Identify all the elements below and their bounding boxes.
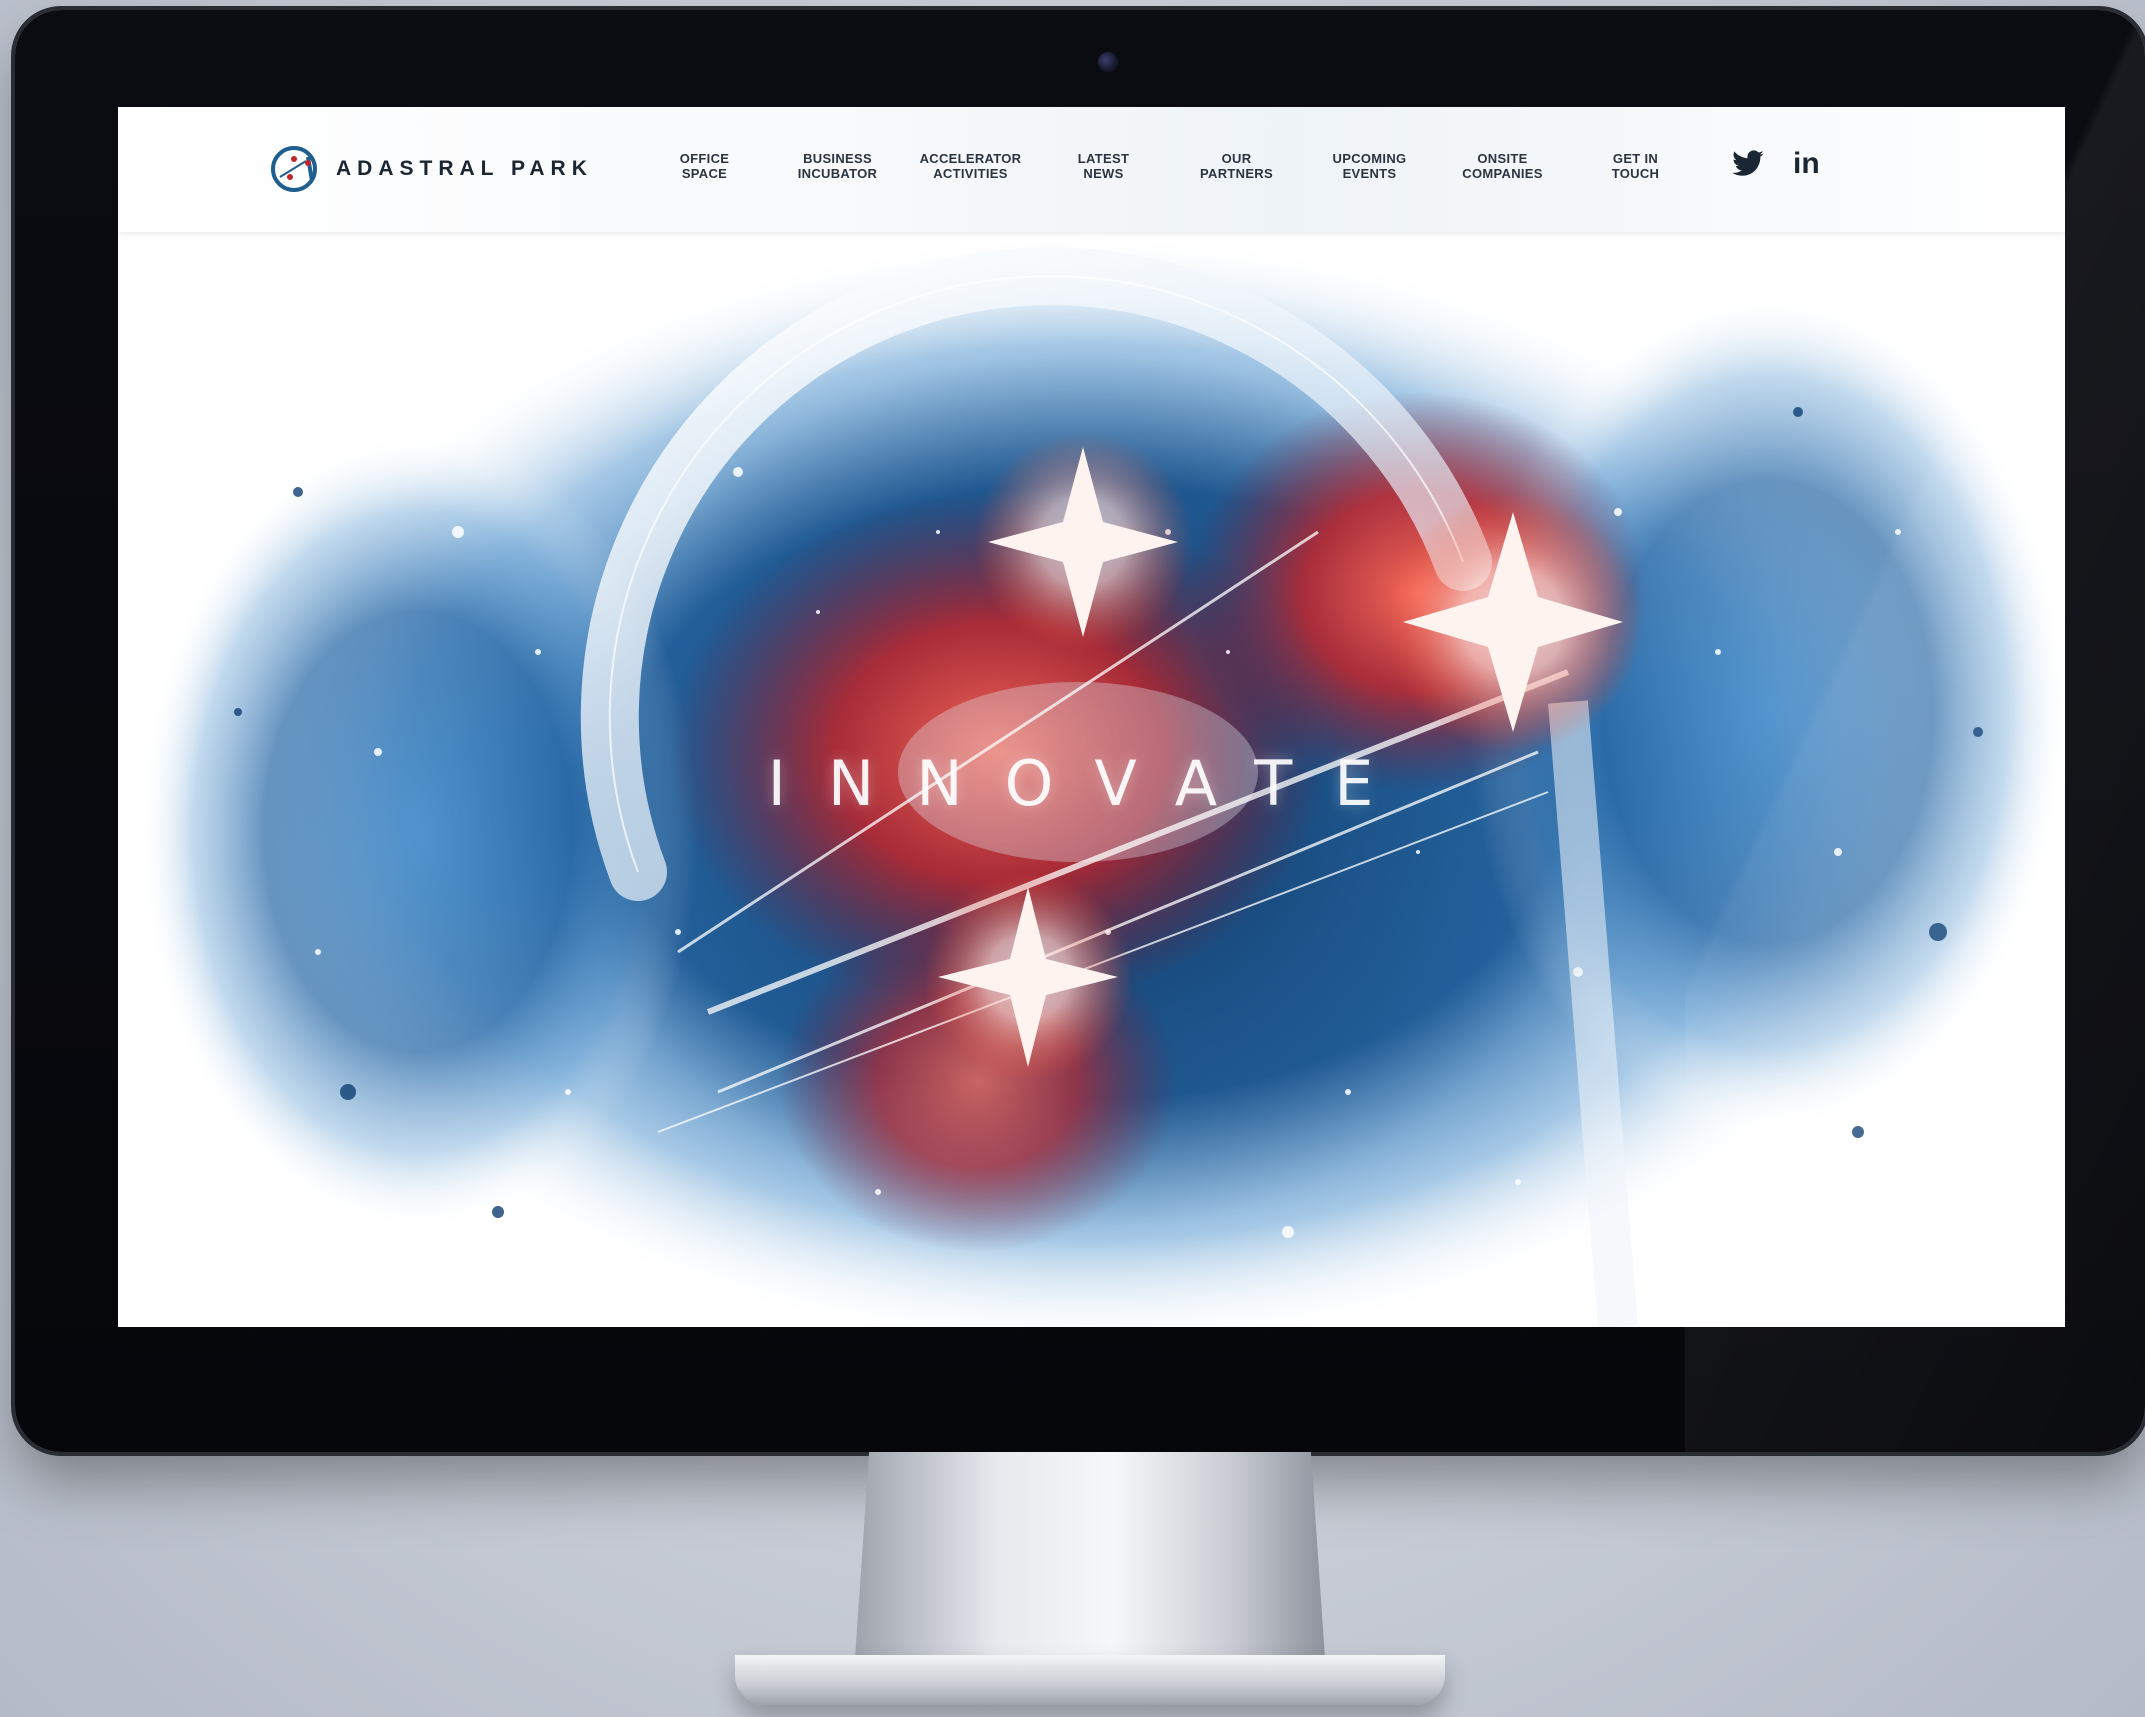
social-links: in (1731, 147, 1820, 181)
linkedin-icon[interactable]: in (1793, 147, 1820, 181)
webcam-icon (1098, 52, 1118, 72)
nav-office-space[interactable]: OFFICE SPACE (638, 151, 771, 181)
star-bottom (923, 872, 1133, 1082)
monitor-stand-base (735, 1655, 1445, 1705)
brand-name: ADASTRAL PARK (336, 157, 593, 180)
nav-our-partners[interactable]: OUR PARTNERS (1170, 151, 1303, 181)
nav-get-in-touch[interactable]: GET IN TOUCH (1569, 151, 1702, 181)
nav-onsite-companies[interactable]: ONSITE COMPANIES (1436, 151, 1569, 181)
nav-latest-news[interactable]: LATEST NEWS (1037, 151, 1170, 181)
nav-upcoming-events[interactable]: UPCOMING EVENTS (1303, 151, 1436, 181)
star-right (1383, 492, 1643, 752)
main-nav: OFFICE SPACE BUSINESS INCUBATOR ACCELERA… (638, 151, 1702, 181)
browser-screen: ADASTRAL PARK OFFICE SPACE BUSINESS INCU… (118, 107, 2065, 1327)
hero-headline: INNOVATE (767, 747, 1416, 820)
star-top (973, 432, 1193, 652)
nav-business-incubator[interactable]: BUSINESS INCUBATOR (771, 151, 904, 181)
nav-accelerator-activities[interactable]: ACCELERATOR ACTIVITIES (904, 151, 1037, 181)
site-header: ADASTRAL PARK OFFICE SPACE BUSINESS INCU… (118, 107, 2065, 232)
home-logo-link[interactable]: ADASTRAL PARK (268, 143, 593, 195)
hero-banner: INNOVATE (118, 232, 2065, 1327)
adastral-logo-icon (271, 146, 317, 192)
monitor-bezel: ADASTRAL PARK OFFICE SPACE BUSINESS INCU… (15, 10, 2145, 1452)
twitter-bird-icon[interactable] (1731, 147, 1765, 181)
